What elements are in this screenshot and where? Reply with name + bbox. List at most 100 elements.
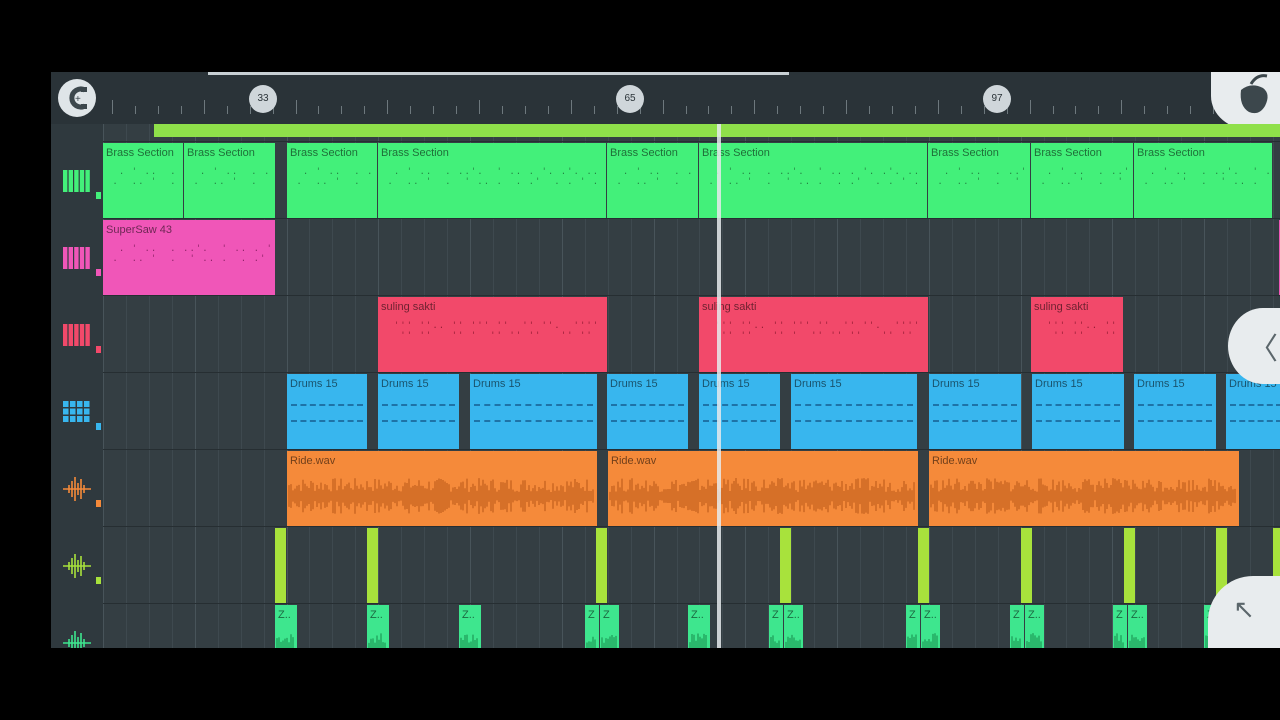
brass-clip[interactable]: Brass Section . ' .. . ..'. ' .. . '. .'…	[287, 143, 377, 218]
suling-clip[interactable]: suling sakti ''' ''.. '' ''' '' '' ''. '…	[1031, 297, 1123, 372]
hit-clip[interactable]	[780, 528, 791, 603]
drums-clip[interactable]: Drums 15	[378, 374, 459, 449]
clip-label: Z..	[278, 609, 291, 621]
lane-separator	[103, 603, 1280, 604]
hit-clip[interactable]	[1124, 528, 1135, 603]
brass-clip[interactable]: Brass Section . ' .. . ..'. ' .. . '. .'…	[1031, 143, 1133, 218]
bar-marker-33[interactable]: 33	[249, 85, 277, 113]
scroll-position-bar[interactable]	[208, 72, 789, 75]
brass-clip[interactable]: Brass Section . ' .. . ..'. ' .. . '. .'…	[184, 143, 275, 218]
clip-label: Z	[1013, 609, 1020, 621]
bar-marker-65[interactable]: 65	[616, 85, 644, 113]
brass-clip[interactable]: Brass Section . ' .. . ..'. ' .. . '. .'…	[1134, 143, 1272, 218]
track-button-1[interactable]	[51, 142, 103, 219]
clip-label: Z..	[924, 609, 937, 621]
track-button-4[interactable]	[51, 373, 103, 450]
drum-pattern-preview	[795, 404, 913, 422]
clip-label: Brass Section	[381, 147, 449, 159]
midi-notes-preview: . ' .. . ..'. ' .. . '. .'. .. ' . . ..'…	[937, 167, 1027, 187]
playlist-lanes[interactable]: Brass Section . ' .. . ..'. ' .. . '. .'…	[103, 124, 1280, 648]
clip-label: Brass Section	[931, 147, 999, 159]
drums-clip[interactable]: Drums 15	[791, 374, 917, 449]
track-activity-led	[96, 346, 101, 353]
midi-notes-preview: . ' .. . ..'. ' .. . '. .'. .. ' . . ..'…	[387, 167, 600, 187]
midi-notes-preview: . ' .. . ..'. ' .. . '. .'. .. ' . . ..'…	[1040, 167, 1130, 187]
zclips-clip[interactable]: Z	[1010, 605, 1024, 648]
ruler-tick	[112, 100, 113, 114]
drums-clip[interactable]: Drums 15	[287, 374, 367, 449]
zclips-clip[interactable]: Z..	[921, 605, 940, 648]
clip-label: Brass Section	[1137, 147, 1205, 159]
waveform-preview	[922, 633, 938, 648]
track-button-6[interactable]	[51, 527, 103, 604]
timeline-ruler[interactable]: 33 65 97 +	[51, 72, 1280, 130]
ruler-tick	[525, 106, 526, 114]
clip-label: suling sakti	[702, 301, 757, 313]
clip-label: Drums 15	[473, 378, 521, 390]
track-button-2[interactable]	[51, 219, 103, 296]
track-button-3[interactable]	[51, 296, 103, 373]
brass-clip[interactable]: Brass Section . ' .. . ..'. ' .. . '. .'…	[607, 143, 698, 218]
ruler-tick	[227, 106, 228, 114]
playhead[interactable]	[717, 124, 721, 648]
ruler-tick	[892, 106, 893, 114]
fruit-logo-icon	[1240, 74, 1268, 114]
drums-clip[interactable]: Drums 15	[699, 374, 780, 449]
zclips-clip[interactable]: Z..	[784, 605, 803, 648]
brass-clip[interactable]: Brass Section . ' .. . ..'. ' .. . '. .'…	[378, 143, 606, 218]
zclips-clip[interactable]: Z..	[688, 605, 710, 648]
brass-clip[interactable]: Brass Section . ' .. . ..'. ' .. . '. .'…	[103, 143, 183, 218]
hit-clip[interactable]	[367, 528, 378, 603]
piano-icon	[63, 323, 90, 346]
ruler-tick	[387, 100, 388, 114]
waveform-preview	[460, 634, 478, 648]
hit-clip[interactable]	[275, 528, 286, 603]
zclips-clip[interactable]: Z..	[1025, 605, 1044, 648]
drums-clip[interactable]: Drums 15	[1226, 374, 1280, 449]
drums-clip[interactable]: Drums 15	[1032, 374, 1124, 449]
brass-clip[interactable]: Brass Section . ' .. . ..'. ' .. . '. .'…	[699, 143, 927, 218]
ride-clip[interactable]: Ride.wav	[608, 451, 918, 526]
zclips-clip[interactable]: Z..	[459, 605, 481, 648]
drum-pad-icon	[63, 400, 90, 422]
lane-separator	[103, 526, 1280, 527]
drums-clip[interactable]: Drums 15	[929, 374, 1021, 449]
drum-pattern-preview	[611, 404, 684, 422]
zclips-clip[interactable]: Z	[600, 605, 619, 648]
track-button-5[interactable]	[51, 450, 103, 527]
drums-clip[interactable]: Drums 15	[470, 374, 597, 449]
audio-wave-icon	[63, 476, 91, 501]
clip-label: Drums 15	[932, 378, 980, 390]
supersaw-clip[interactable]: SuperSaw 43 . ' .. . ..'. ' .. . '. .'. …	[103, 220, 275, 295]
zclips-clip[interactable]: Z	[1113, 605, 1127, 648]
zclips-clip[interactable]: Z	[769, 605, 783, 648]
zclips-clip[interactable]: Z	[906, 605, 920, 648]
svg-text:+: +	[75, 94, 81, 105]
suling-clip[interactable]: suling sakti ''' ''.. '' ''' '' '' ''. '…	[378, 297, 607, 372]
zclips-clip[interactable]: Z..	[1128, 605, 1147, 648]
track-button-7[interactable]	[51, 604, 103, 648]
drum-pattern-preview	[1138, 404, 1212, 422]
ride-clip[interactable]: Ride.wav	[287, 451, 597, 526]
hit-clip[interactable]	[596, 528, 607, 603]
waveform-preview	[930, 478, 1236, 514]
zclips-clip[interactable]: Z	[585, 605, 599, 648]
hit-clip[interactable]	[918, 528, 929, 603]
drums-clip[interactable]: Drums 15	[607, 374, 688, 449]
zclips-clip[interactable]: Z..	[367, 605, 389, 648]
snap-magnet-button[interactable]: +	[58, 79, 96, 117]
fl-menu-button[interactable]	[1211, 72, 1280, 130]
hit-clip[interactable]	[1021, 528, 1032, 603]
suling-clip[interactable]: suling sakti ''' ''.. '' ''' '' '' ''. '…	[699, 297, 928, 372]
ride-clip[interactable]: Ride.wav	[929, 451, 1239, 526]
drums-clip[interactable]: Drums 15	[1134, 374, 1216, 449]
clip-label: Z	[603, 609, 610, 621]
waveform-preview	[1129, 634, 1145, 648]
drum-pattern-preview	[474, 404, 593, 422]
ruler-tick	[181, 106, 182, 114]
drum-pattern-preview	[1230, 404, 1280, 422]
zclips-clip[interactable]: Z..	[275, 605, 297, 648]
brass-clip[interactable]: Brass Section . ' .. . ..'. ' .. . '. .'…	[928, 143, 1030, 218]
bar-marker-97[interactable]: 97	[983, 85, 1011, 113]
waveform-preview	[276, 634, 294, 648]
